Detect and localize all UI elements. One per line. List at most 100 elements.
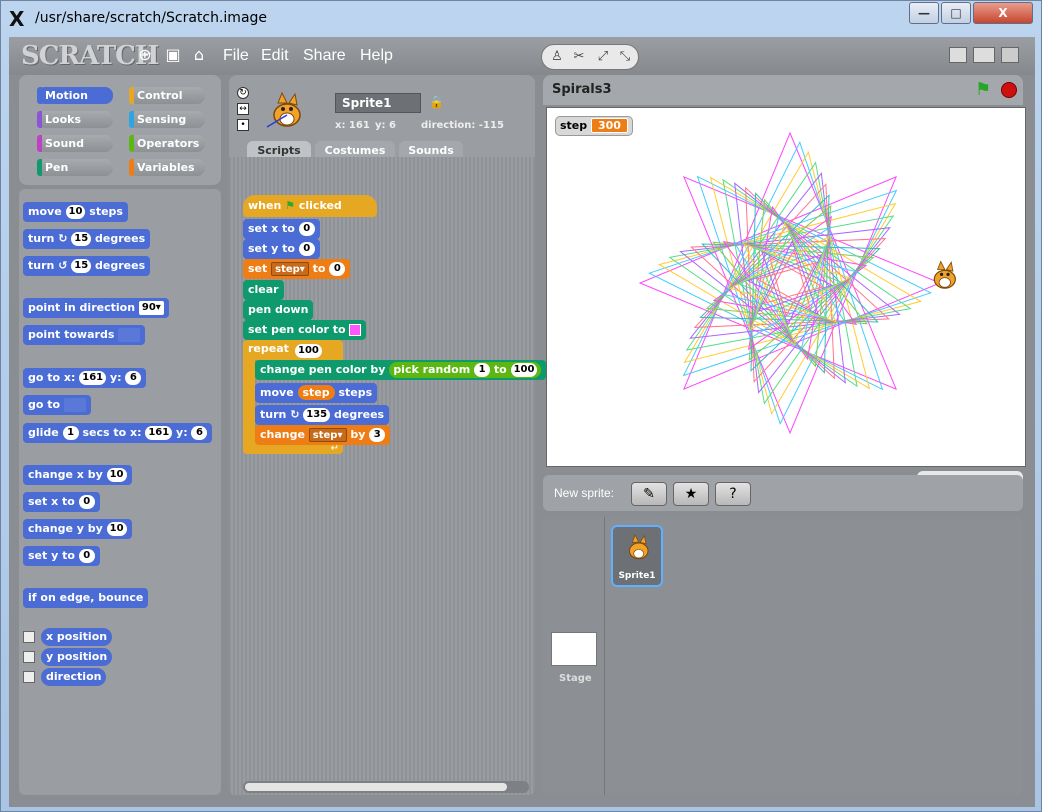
block-set-pen-color[interactable]: set pen color to bbox=[243, 320, 367, 340]
block-point-in-direction[interactable]: point in direction 90▾ bbox=[23, 298, 169, 318]
block-palette: move 10 steps turn ↻ 15 degrees turn ↺ 1… bbox=[19, 189, 221, 795]
stage-thumbnail[interactable] bbox=[551, 632, 597, 666]
block-glide[interactable]: glide 1 secs to x: 161 y: 6 bbox=[23, 423, 213, 443]
block-point-towards[interactable]: point towards bbox=[23, 325, 146, 345]
cursor-tools: ♙ ✂ ⤢ ⤡ bbox=[541, 44, 639, 70]
rotate-all-icon[interactable]: ↻ bbox=[237, 87, 249, 99]
pen-color-swatch[interactable] bbox=[349, 324, 362, 336]
save-icon[interactable]: ▣ bbox=[163, 45, 183, 65]
block-change-y[interactable]: change y by 10 bbox=[23, 519, 132, 539]
project-title: Spirals3 bbox=[552, 82, 612, 97]
choose-sprite-icon[interactable]: ★ bbox=[673, 482, 709, 506]
scripts-area[interactable]: when ⚑ clicked set x to 0 set y to 0 set… bbox=[229, 157, 547, 795]
globe-icon[interactable]: ⊕ bbox=[135, 45, 155, 65]
category-sound[interactable]: Sound bbox=[37, 135, 113, 152]
random-sprite-icon[interactable]: ? bbox=[715, 482, 751, 506]
normal-stage-icon[interactable] bbox=[973, 47, 995, 63]
new-sprite-bar: New sprite: ✎ ★ ? bbox=[543, 475, 1023, 511]
presentation-icon[interactable] bbox=[1001, 47, 1019, 63]
pen-stroke bbox=[658, 151, 922, 415]
small-stage-icon[interactable] bbox=[949, 47, 967, 63]
sprite1-thumbnail[interactable]: Sprite1 bbox=[611, 525, 663, 587]
menu-share[interactable]: Share bbox=[303, 47, 346, 65]
block-set-var[interactable]: set step▾ to 0 bbox=[243, 259, 351, 279]
paint-sprite-icon[interactable]: ✎ bbox=[631, 482, 667, 506]
flip-lr-icon[interactable]: ↔ bbox=[237, 103, 249, 115]
pen-stroke bbox=[638, 131, 942, 435]
new-sprite-label: New sprite: bbox=[554, 486, 615, 500]
turn-right-icon: ↻ bbox=[58, 232, 68, 245]
category-control[interactable]: Control bbox=[129, 87, 205, 104]
stage-label: Stage bbox=[559, 673, 592, 684]
stage-canvas[interactable]: step 300 bbox=[546, 107, 1026, 467]
block-turn-right[interactable]: turn ↻ 15 degrees bbox=[23, 229, 151, 249]
block-change-var[interactable]: change step▾ by 3 bbox=[255, 425, 391, 445]
window-title: /usr/share/scratch/Scratch.image bbox=[35, 10, 268, 26]
category-sensing[interactable]: Sensing bbox=[129, 111, 205, 128]
block-set-y[interactable]: set y to 0 bbox=[23, 546, 100, 566]
checkbox-y-position[interactable] bbox=[23, 651, 35, 663]
reporter-step[interactable]: step bbox=[297, 385, 335, 400]
checkbox-x-position[interactable] bbox=[23, 631, 35, 643]
sprite1-label: Sprite1 bbox=[618, 571, 656, 581]
block-turn-left[interactable]: turn ↺ 15 degrees bbox=[23, 256, 151, 276]
block-clear[interactable]: clear bbox=[243, 280, 284, 300]
sprite-name-field[interactable]: Sprite1 bbox=[335, 93, 421, 113]
sprite-on-stage[interactable] bbox=[927, 258, 961, 294]
no-rotate-icon[interactable]: • bbox=[237, 119, 249, 131]
block-pick-random[interactable]: pick random 1 to 100 bbox=[389, 362, 542, 378]
grow-icon[interactable]: ⤢ bbox=[592, 48, 614, 66]
category-motion[interactable]: Motion bbox=[37, 87, 113, 104]
reporter-x-position[interactable]: x position bbox=[41, 628, 113, 646]
green-flag-icon: ⚑ bbox=[285, 199, 296, 212]
category-looks[interactable]: Looks bbox=[37, 111, 113, 128]
sprite-x: x: 161 bbox=[335, 120, 370, 131]
block-set-y[interactable]: set y to 0 bbox=[243, 239, 320, 259]
minimize-button[interactable]: — bbox=[909, 2, 939, 24]
close-button[interactable]: X bbox=[973, 2, 1033, 24]
block-edge-bounce[interactable]: if on edge, bounce bbox=[23, 588, 149, 608]
checkbox-direction[interactable] bbox=[23, 671, 35, 683]
menu-edit[interactable]: Edit bbox=[261, 47, 289, 65]
sprite-cat-icon bbox=[266, 91, 301, 128]
green-flag-icon[interactable]: ⚑ bbox=[975, 79, 991, 100]
block-change-x[interactable]: change x by 10 bbox=[23, 465, 132, 485]
block-set-x[interactable]: set x to 0 bbox=[243, 219, 320, 239]
menu-file[interactable]: File bbox=[223, 47, 249, 65]
menu-bar: SCRATCH ⊕ ▣ ⌂ File Edit Share Help ♙ ✂ ⤢… bbox=[9, 37, 1035, 75]
block-when-flag-clicked[interactable]: when ⚑ clicked bbox=[243, 195, 377, 217]
maximize-button[interactable]: □ bbox=[941, 2, 971, 24]
block-go-to[interactable]: go to bbox=[23, 395, 91, 415]
stop-icon[interactable] bbox=[1001, 82, 1017, 98]
turn-left-icon: ↺ bbox=[58, 259, 68, 272]
pen-stroke bbox=[679, 172, 901, 394]
lock-icon[interactable]: 🔒 bbox=[429, 95, 444, 109]
sprite-direction: direction: -115 bbox=[421, 120, 504, 131]
block-pen-down[interactable]: pen down bbox=[243, 300, 314, 320]
turn-right-icon: ↻ bbox=[290, 408, 300, 421]
category-pen[interactable]: Pen bbox=[37, 159, 113, 176]
block-go-to-xy[interactable]: go to x: 161 y: 6 bbox=[23, 368, 147, 388]
menu-help[interactable]: Help bbox=[360, 47, 393, 65]
block-turn[interactable]: turn ↻ 135 degrees bbox=[255, 405, 390, 425]
scratch-app: SCRATCH ⊕ ▣ ⌂ File Edit Share Help ♙ ✂ ⤢… bbox=[9, 37, 1035, 807]
share-icon[interactable]: ⌂ bbox=[189, 45, 209, 65]
category-operators[interactable]: Operators bbox=[129, 135, 205, 152]
block-move[interactable]: move 10 steps bbox=[23, 202, 128, 222]
duplicate-icon[interactable]: ♙ bbox=[546, 48, 568, 66]
x11-logo-icon: X bbox=[9, 7, 25, 31]
block-move[interactable]: move step steps bbox=[255, 383, 378, 403]
block-set-x[interactable]: set x to 0 bbox=[23, 492, 100, 512]
category-selector: Motion Control Looks Sensing Sound Opera… bbox=[19, 75, 221, 185]
pen-stroke bbox=[746, 239, 834, 327]
pen-stroke bbox=[690, 183, 890, 383]
reporter-direction[interactable]: direction bbox=[41, 668, 107, 686]
scripts-hscrollbar[interactable] bbox=[243, 781, 529, 793]
category-variables[interactable]: Variables bbox=[129, 159, 205, 176]
scrollbar-thumb[interactable] bbox=[245, 783, 507, 791]
pen-stroke bbox=[668, 161, 912, 405]
shrink-icon[interactable]: ⤡ bbox=[614, 48, 636, 66]
delete-icon[interactable]: ✂ bbox=[568, 48, 590, 66]
block-change-pen-color[interactable]: change pen color by pick random 1 to 100 bbox=[255, 360, 547, 380]
reporter-y-position[interactable]: y position bbox=[41, 648, 113, 666]
